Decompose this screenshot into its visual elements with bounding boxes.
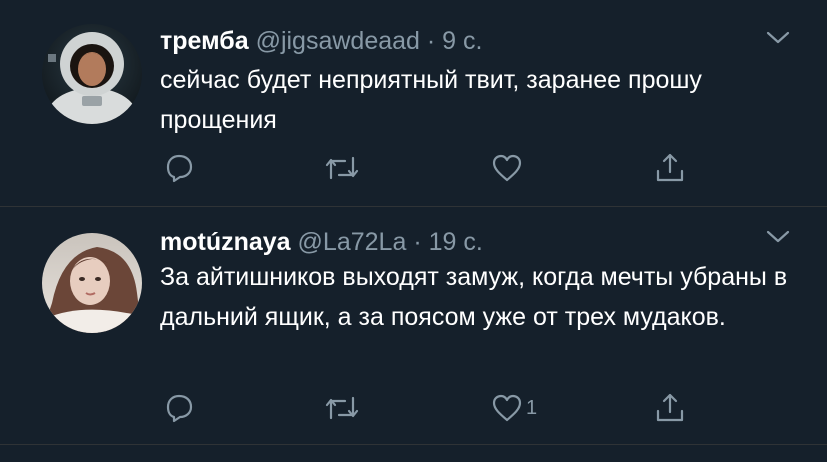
retweet-button[interactable]: [323, 390, 361, 426]
author-name[interactable]: motúznaya: [160, 228, 291, 256]
retweet-icon: [325, 156, 359, 180]
chevron-down-icon[interactable]: [766, 30, 790, 46]
like-icon: [492, 154, 522, 182]
author-name[interactable]: тремба: [160, 27, 249, 55]
divider: [0, 444, 827, 445]
like-count: 1: [526, 396, 538, 419]
share-icon: [656, 393, 684, 422]
tweet-header: motúznaya @La72La · 19 с.: [160, 227, 483, 257]
reply-button[interactable]: [162, 390, 196, 426]
share-icon: [656, 153, 684, 182]
timestamp[interactable]: 9 с.: [442, 27, 482, 55]
tweet-text: сейчас будет неприятный твит, заранее пр…: [160, 66, 702, 134]
reply-icon: [166, 394, 193, 423]
timestamp[interactable]: 19 с.: [429, 228, 483, 256]
tweet-header: тремба @jigsawdeaad · 9 с.: [160, 26, 482, 56]
separator-dot: ·: [413, 228, 422, 256]
share-button[interactable]: [653, 390, 687, 426]
author-handle[interactable]: @La72La: [298, 228, 407, 256]
separator-dot: ·: [426, 27, 436, 55]
retweet-icon: [325, 396, 359, 420]
reply-icon: [166, 154, 193, 183]
like-icon: [492, 394, 522, 422]
avatar[interactable]: [42, 233, 142, 333]
author-handle[interactable]: @jigsawdeaad: [256, 27, 420, 55]
retweet-button[interactable]: [323, 150, 361, 186]
reply-button[interactable]: [162, 150, 196, 186]
like-button[interactable]: [490, 150, 526, 186]
tweet[interactable]: тремба @jigsawdeaad · 9 с. сейчас будет …: [0, 0, 827, 206]
like-button[interactable]: 1: [490, 390, 537, 426]
avatar[interactable]: [42, 24, 142, 124]
chevron-down-icon[interactable]: [766, 229, 790, 245]
tweet-actions: 1: [160, 390, 720, 426]
share-button[interactable]: [653, 150, 687, 186]
tweet-actions: [160, 150, 720, 186]
portrait-avatar-image: [42, 233, 142, 333]
tweet[interactable]: motúznaya @La72La · 19 с. За айтишников …: [0, 206, 827, 443]
astronaut-avatar-image: [42, 24, 142, 124]
tweet-text: За айтишников выходят замуж, когда мечты…: [160, 263, 788, 331]
